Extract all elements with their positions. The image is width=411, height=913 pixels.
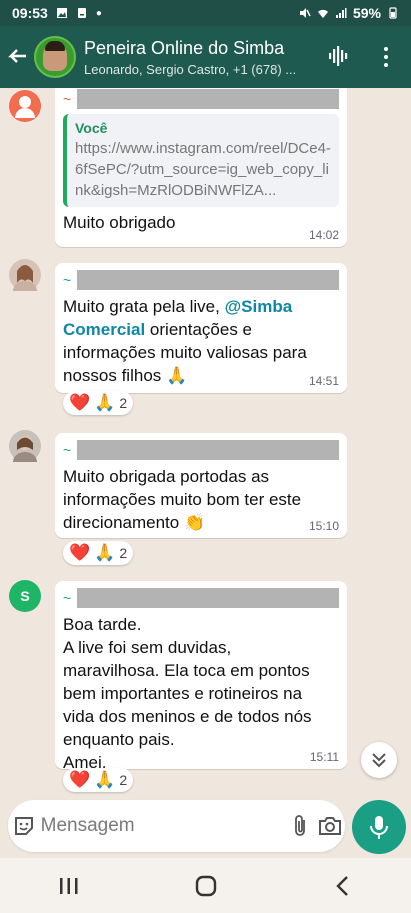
quote-link: https://www.instagram.com/reel/DCe4-6fSe… [75,140,331,199]
sender-prefix: ~ [63,590,72,606]
sticker-icon[interactable] [8,814,41,838]
message-time: 14:51 [308,374,339,388]
image-icon [56,8,67,18]
status-time: 09:53 [12,5,48,21]
attach-icon[interactable] [286,814,316,838]
double-chevron-down-icon [372,753,386,768]
reaction-count: 2 [119,772,128,788]
avatar[interactable] [9,259,41,291]
dot-icon: ● [95,7,102,19]
reaction-count: 2 [119,395,128,411]
sender-prefix: ~ [63,442,72,458]
reaction-badge[interactable]: ❤️ 🙏 2 [63,541,134,565]
home-icon[interactable] [176,866,236,906]
wifi-icon [317,9,328,18]
heart-icon: ❤️ [69,770,91,789]
message-text: Muito obrigada portodas as informações m… [63,467,302,532]
message-text: Muito grata pela live, @Simba Comercial … [63,295,339,387]
system-nav-bar [0,858,411,913]
message-bubble[interactable]: ~ Muito obrigada portodas as informações… [55,433,347,538]
sender-row: ~ [63,269,339,291]
mute-icon [299,8,311,18]
signal-icon [335,8,347,18]
sender-prefix: ~ [63,91,72,107]
sender-row: ~ [63,587,339,609]
quote-author: Você [75,120,108,136]
battery-icon [389,7,397,19]
more-options-icon[interactable] [378,44,394,70]
recent-apps-icon[interactable] [39,866,99,906]
audio-waveform-icon[interactable] [327,44,351,68]
avatar[interactable] [9,430,41,462]
avatar[interactable] [9,90,41,122]
group-participants: Leonardo, Sergio Castro, +1 (678) ... [84,61,297,77]
quoted-message[interactable]: Você https://www.instagram.com/reel/DCe4… [63,114,339,207]
back-icon[interactable] [313,866,373,906]
pray-icon: 🙏 [94,393,116,412]
redacted-sender-name [77,89,339,109]
text-before-mention: Muito grata pela live, [63,297,225,316]
group-info[interactable]: Peneira Online do Simba Leonardo, Sergio… [84,38,324,77]
redacted-sender-name [77,270,339,290]
chat-area[interactable]: ~ Você https://www.instagram.com/reel/DC… [0,88,411,795]
avatar[interactable]: S [9,580,41,612]
sender-row: ~ [63,439,339,461]
reaction-badge[interactable]: ❤️ 🙏 2 [63,768,134,792]
redacted-sender-name [77,440,339,460]
heart-icon: ❤️ [69,393,91,412]
battery-percent: 59% [352,5,381,21]
message-time: 15:11 [309,750,339,764]
pray-icon: 🙏 [94,543,116,562]
message-text: Muito obrigado [63,213,176,232]
reaction-badge[interactable]: ❤️ 🙏 2 [63,391,134,415]
back-arrow-icon[interactable] [0,26,34,88]
sender-prefix: ~ [63,272,72,288]
message-bubble[interactable]: ~ Boa tarde. A live foi sem duvidas, mar… [55,581,347,772]
sender-row: ~ [63,88,339,110]
status-bar: 09:53 ● 59% [0,0,411,26]
microphone-button[interactable] [352,800,406,854]
message-bubble[interactable]: ~ Você https://www.instagram.com/reel/DC… [55,88,347,247]
reaction-count: 2 [119,545,128,561]
pray-icon: 🙏 [94,770,116,789]
redacted-sender-name [77,588,339,608]
camera-icon[interactable] [315,815,345,837]
microphone-icon [370,816,388,839]
notification-icon [77,8,86,18]
group-avatar[interactable] [34,36,76,78]
heart-icon: ❤️ [69,543,91,562]
message-time: 14:02 [308,228,339,242]
message-composer [8,800,345,852]
message-time: 15:10 [308,519,339,533]
message-bubble[interactable]: ~ Muito grata pela live, @Simba Comercia… [55,263,347,393]
message-text: Boa tarde. A live foi sem duvidas, marav… [63,615,312,772]
message-input[interactable] [40,815,286,837]
scroll-down-button[interactable] [361,742,397,778]
chat-header: Peneira Online do Simba Leonardo, Sergio… [0,26,411,88]
avatar-letter: S [20,588,30,604]
group-title: Peneira Online do Simba [84,37,285,58]
